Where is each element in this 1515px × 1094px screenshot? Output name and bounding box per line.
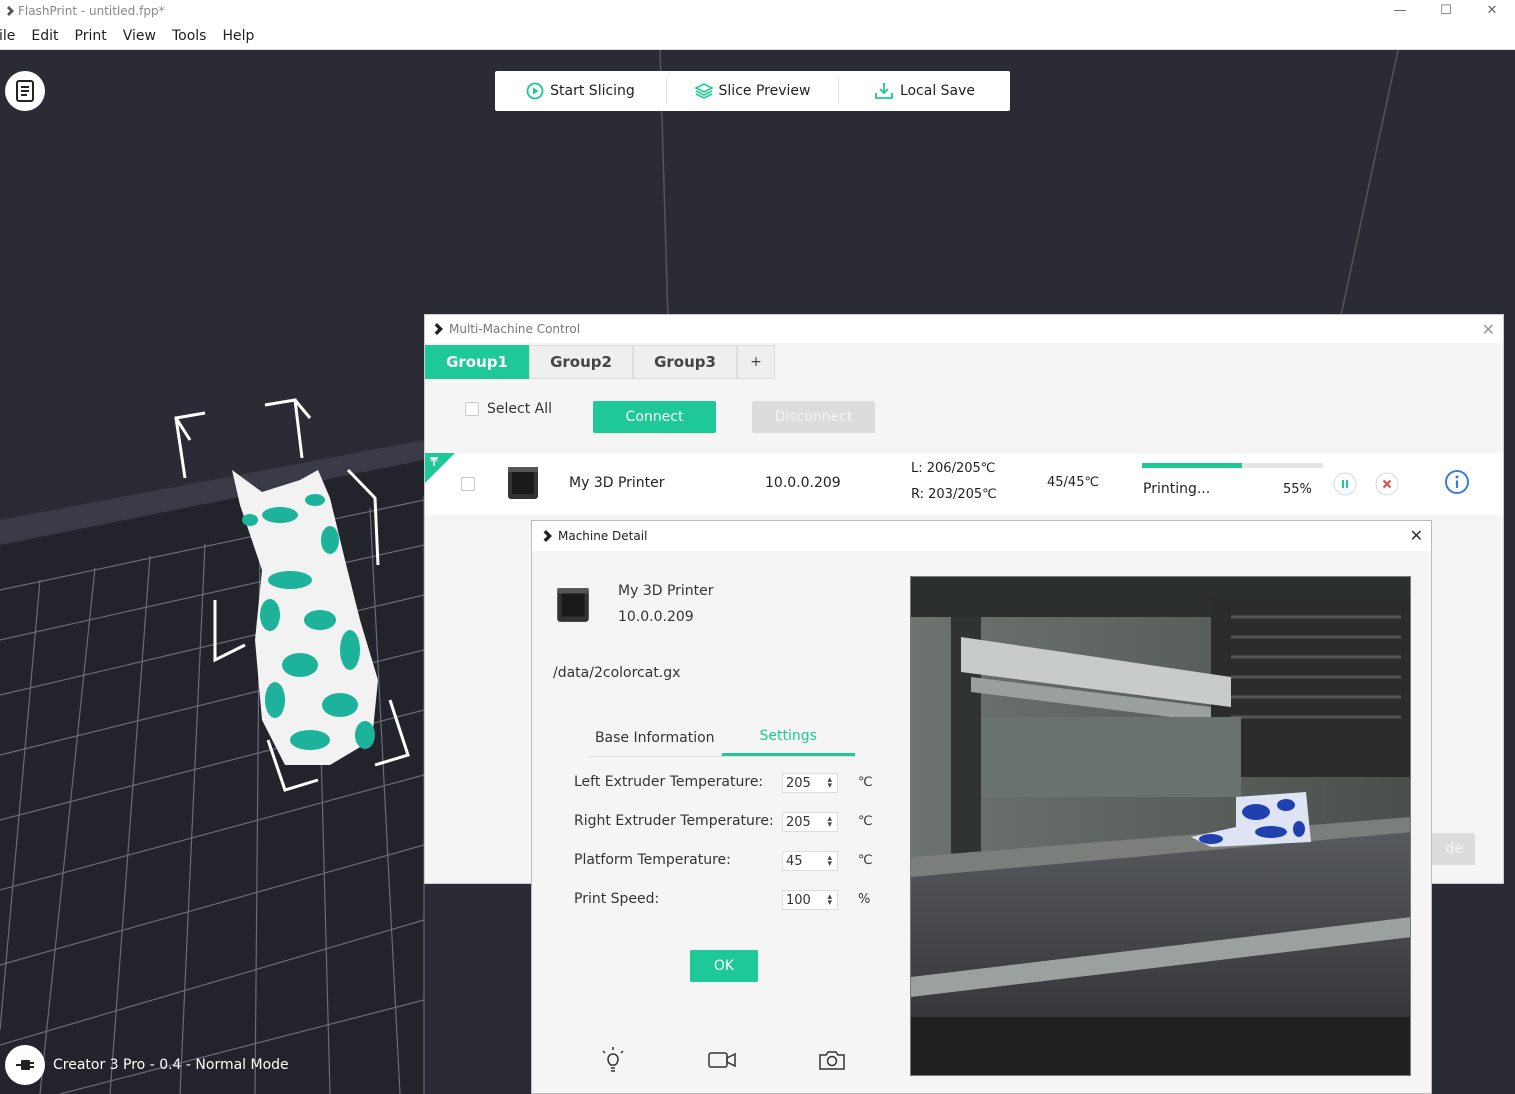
connect-button[interactable]: Connect <box>593 401 716 433</box>
menu-file[interactable]: ile <box>0 28 23 44</box>
right-extruder-temp: R: 203/205℃ <box>911 487 997 502</box>
platform-temp-input[interactable]: 45 ▴ ▾ <box>782 851 838 871</box>
document-icon <box>16 80 34 102</box>
document-button[interactable] <box>5 71 45 111</box>
platform-temp-unit: ℃ <box>858 853 873 868</box>
camera-snapshot-icon[interactable] <box>817 1045 847 1075</box>
spin-arrows-icon[interactable]: ▴ ▾ <box>827 776 837 791</box>
menu-view[interactable]: View <box>115 28 164 44</box>
ok-button[interactable]: OK <box>690 950 758 982</box>
multi-machine-title: Multi-Machine Control <box>449 322 581 336</box>
menu-help[interactable]: Help <box>214 28 262 44</box>
local-save-button[interactable]: Local Save <box>838 78 1010 104</box>
pause-icon[interactable] <box>1333 472 1357 496</box>
start-slicing-label: Start Slicing <box>550 83 635 99</box>
left-extruder-temp-value: 205 <box>786 775 811 791</box>
spin-arrows-icon[interactable]: ▴ ▾ <box>827 815 837 830</box>
info-icon[interactable] <box>1444 469 1470 495</box>
menu-print[interactable]: Print <box>67 28 115 44</box>
print-progress-fill <box>1142 463 1242 468</box>
menu-bar: ile Edit Print View Tools Help <box>0 22 1515 50</box>
slice-preview-button[interactable]: Slice Preview <box>666 78 838 104</box>
print-file-path: /data/2colorcat.gx <box>553 665 681 681</box>
play-circle-icon <box>526 82 544 100</box>
camera-feed <box>910 576 1411 1076</box>
machine-status-footer: Creator 3 Pro - 0.4 - Normal Mode <box>5 1045 289 1085</box>
platform-temp-label: Platform Temperature: <box>574 852 731 868</box>
right-extruder-temp-label: Right Extruder Temperature: <box>574 813 774 829</box>
tab-settings[interactable]: Settings <box>721 719 855 756</box>
tab-group3[interactable]: Group3 <box>633 345 737 379</box>
multi-machine-title-bar: Multi-Machine Control <box>425 315 1503 343</box>
disconnect-button[interactable]: Disconnect <box>752 401 875 433</box>
flashprint-logo-icon <box>434 323 443 335</box>
machine-detail-dialog: Machine Detail ✕ My 3D Printer 10.0.0.20… <box>531 520 1432 1094</box>
layers-icon <box>694 83 713 99</box>
app-title: FlashPrint - untitled.fpp* <box>4 4 165 18</box>
print-speed-unit: % <box>858 892 871 907</box>
machine-name: My 3D Printer <box>569 475 665 491</box>
flashprint-logo-icon <box>7 6 14 16</box>
group-tabs: Group1 Group2 Group3 + <box>425 345 775 379</box>
left-extruder-temp: L: 206/205℃ <box>911 461 996 476</box>
title-bar: FlashPrint - untitled.fpp* — ☐ ✕ <box>0 0 1515 22</box>
detail-machine-ip: 10.0.0.209 <box>618 609 694 625</box>
left-extruder-temp-input[interactable]: 205 ▴ ▾ <box>782 773 838 793</box>
slice-preview-label: Slice Preview <box>718 83 811 99</box>
spin-arrows-icon[interactable]: ▴ ▾ <box>827 893 837 908</box>
tab-group2[interactable]: Group2 <box>529 345 633 379</box>
machine-mode-label: Creator 3 Pro - 0.4 - Normal Mode <box>53 1057 289 1073</box>
menu-tools[interactable]: Tools <box>164 28 215 44</box>
print-speed-value: 100 <box>786 892 811 908</box>
detail-machine-name: My 3D Printer <box>618 583 714 599</box>
machine-row[interactable]: My 3D Printer 10.0.0.209 L: 206/205℃ R: … <box>425 453 1503 515</box>
right-extruder-temp-value: 205 <box>786 814 811 830</box>
printer-icon <box>557 588 589 622</box>
select-all-row: Select All <box>465 401 552 417</box>
select-all-checkbox[interactable]: Select All <box>465 401 552 417</box>
print-speed-label: Print Speed: <box>574 891 660 907</box>
left-extruder-temp-label: Left Extruder Temperature: <box>574 774 764 790</box>
slicing-toolbar: Start Slicing Slice Preview Local Save <box>495 71 1010 111</box>
window-title: FlashPrint - untitled.fpp* <box>18 4 165 18</box>
maximize-button[interactable]: ☐ <box>1423 0 1469 20</box>
print-progress-percent: 55% <box>1283 482 1312 497</box>
platform-temp-value: 45 <box>786 853 803 869</box>
plug-icon <box>16 1060 34 1070</box>
multi-machine-close-button[interactable]: ✕ <box>1482 320 1495 339</box>
connection-button[interactable] <box>5 1045 45 1085</box>
machine-select-checkbox[interactable] <box>461 477 475 491</box>
right-extruder-temp-input[interactable]: 205 ▴ ▾ <box>782 812 838 832</box>
print-state: Printing... <box>1143 481 1211 497</box>
printer-icon <box>508 467 538 499</box>
flashprint-logo-icon <box>543 530 552 542</box>
download-icon <box>875 83 893 99</box>
machine-detail-close-button[interactable]: ✕ <box>1410 526 1423 545</box>
machine-detail-title-bar: Machine Detail <box>532 521 1431 551</box>
right-extruder-temp-unit: ℃ <box>858 814 873 829</box>
video-camera-icon[interactable] <box>707 1045 737 1075</box>
close-window-button[interactable]: ✕ <box>1469 0 1515 20</box>
start-slicing-button[interactable]: Start Slicing <box>495 78 666 104</box>
left-extruder-temp-unit: ℃ <box>858 775 873 790</box>
cancel-print-icon[interactable] <box>1375 472 1399 496</box>
select-all-box[interactable] <box>465 402 479 416</box>
machine-detail-title: Machine Detail <box>558 529 648 543</box>
menu-edit[interactable]: Edit <box>23 28 66 44</box>
light-bulb-icon[interactable] <box>598 1045 628 1075</box>
spin-arrows-icon[interactable]: ▴ ▾ <box>827 854 837 869</box>
add-group-button[interactable]: + <box>737 345 775 379</box>
tab-base-information[interactable]: Base Information <box>588 719 722 756</box>
select-all-label: Select All <box>487 401 552 417</box>
platform-temp: 45/45℃ <box>1047 475 1100 490</box>
detail-tabs: Base Information Settings <box>588 719 855 757</box>
print-progress-bar <box>1142 463 1323 468</box>
machine-ip: 10.0.0.209 <box>765 475 841 491</box>
local-save-label: Local Save <box>899 83 976 99</box>
camera-feed-image <box>911 577 1410 1075</box>
print-speed-input[interactable]: 100 ▴ ▾ <box>782 890 838 910</box>
minimize-button[interactable]: — <box>1377 0 1423 20</box>
tab-group1[interactable]: Group1 <box>425 345 529 379</box>
pin-top-icon[interactable] <box>425 453 455 483</box>
